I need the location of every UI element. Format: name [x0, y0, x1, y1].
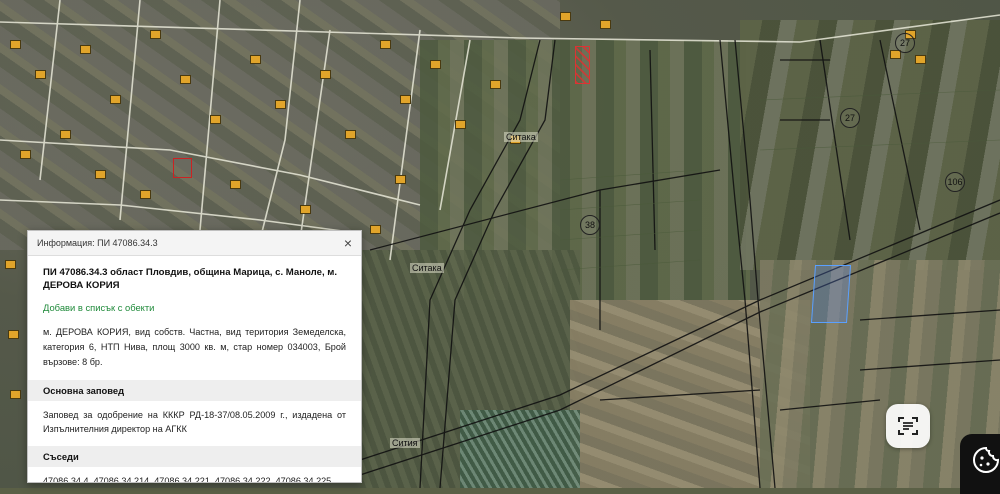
building	[110, 95, 121, 104]
map-marker[interactable]: 38	[580, 215, 600, 235]
cookie-button[interactable]	[960, 434, 1000, 494]
building	[5, 260, 16, 269]
building	[395, 175, 406, 184]
building	[370, 225, 381, 234]
parcel-red-outline[interactable]	[173, 158, 192, 178]
building	[300, 205, 311, 214]
map-marker[interactable]: 27	[840, 108, 860, 128]
building	[430, 60, 441, 69]
building	[250, 55, 261, 64]
order-text: Заповед за одобрение на КККР РД-18-37/08…	[43, 410, 346, 434]
building	[915, 55, 926, 64]
scan-text-button[interactable]	[886, 404, 930, 448]
road-label: Ситака	[504, 132, 538, 142]
building	[8, 330, 19, 339]
add-to-list-link[interactable]: Добави в списък с обекти	[43, 302, 346, 313]
road-label: Ситака	[410, 263, 444, 273]
building	[95, 170, 106, 179]
building	[275, 100, 286, 109]
cookie-icon	[973, 446, 1000, 473]
building	[600, 20, 611, 29]
popup-body: ПИ 47086.34.3 област Пловдив, община Мар…	[28, 256, 361, 483]
building	[35, 70, 46, 79]
parcel-info-popup: Информация: ПИ 47086.34.3 × ПИ 47086.34.…	[27, 230, 362, 483]
close-icon[interactable]: ×	[344, 236, 352, 250]
building	[345, 130, 356, 139]
building	[400, 95, 411, 104]
building	[230, 180, 241, 189]
building	[10, 40, 21, 49]
building	[380, 40, 391, 49]
building	[10, 390, 21, 399]
popup-header: Информация: ПИ 47086.34.3 ×	[28, 231, 361, 256]
building	[560, 12, 571, 21]
parcel-title: ПИ 47086.34.3 област Пловдив, община Мар…	[43, 267, 338, 291]
building	[20, 150, 31, 159]
building	[60, 130, 71, 139]
road-label: Сития	[390, 438, 420, 448]
parcel-description: м. ДЕРОВА КОРИЯ, вид собств. Частна, вид…	[43, 327, 346, 367]
popup-header-title: Информация: ПИ 47086.34.3	[37, 238, 158, 248]
building	[320, 70, 331, 79]
building	[490, 80, 501, 89]
map-marker[interactable]: 27	[895, 33, 915, 53]
map-marker[interactable]: 106	[945, 172, 965, 192]
building	[180, 75, 191, 84]
building	[140, 190, 151, 199]
building	[210, 115, 221, 124]
parcel-red-hatched[interactable]	[575, 46, 590, 84]
section-heading-neighbors: Съседи	[28, 446, 361, 467]
building	[150, 30, 161, 39]
selected-parcel[interactable]	[810, 265, 852, 323]
building	[455, 120, 466, 129]
neighbors-list: 47086.34.4, 47086.34.214, 47086.34.221, …	[43, 476, 332, 483]
building	[80, 45, 91, 54]
section-heading-order: Основна заповед	[28, 380, 361, 401]
scan-text-icon	[898, 417, 918, 435]
